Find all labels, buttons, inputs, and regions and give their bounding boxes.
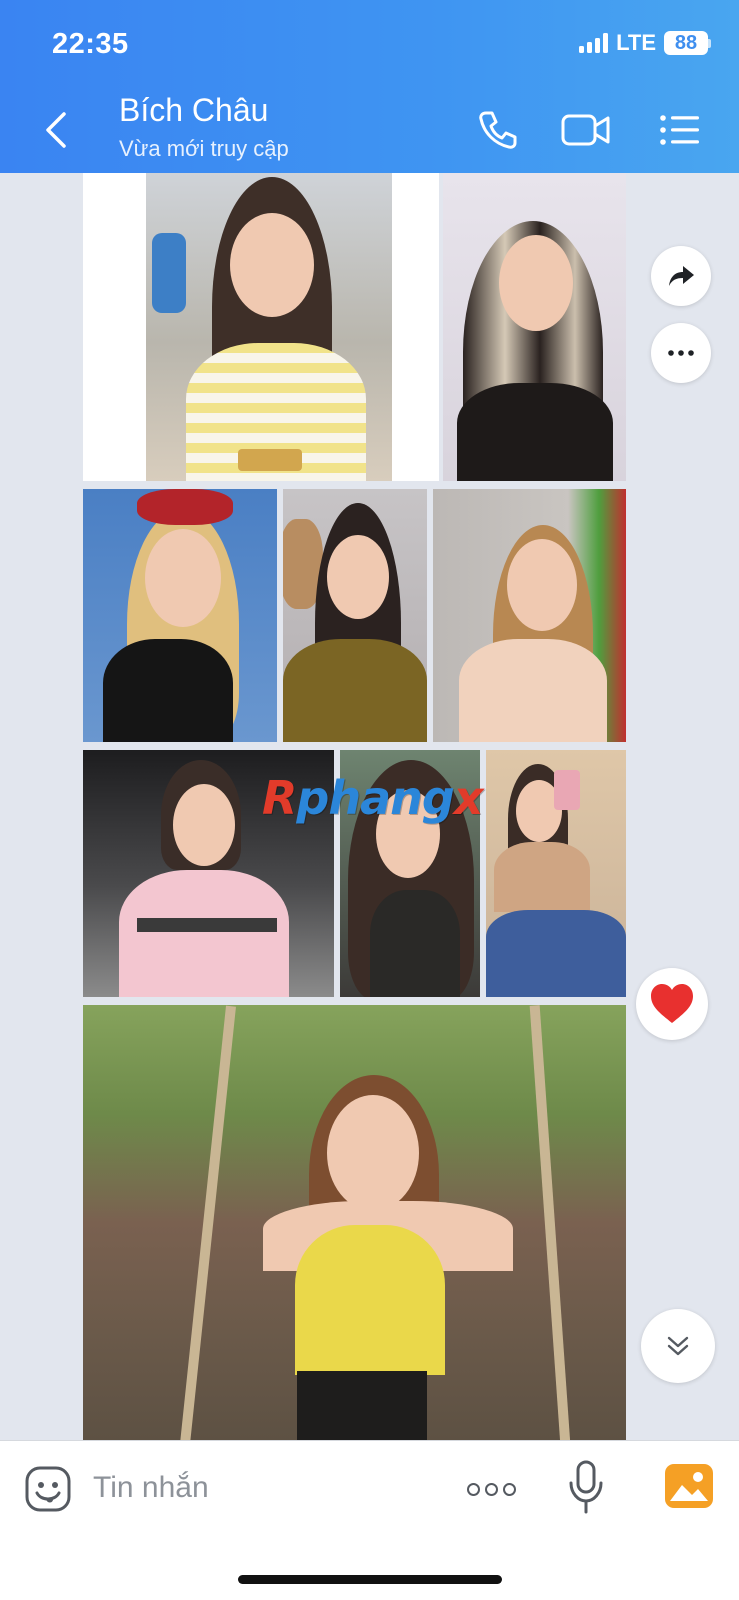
photo-7[interactable] [340,750,480,997]
chat-messages[interactable]: Rphangx [0,173,739,1440]
more-options-icon [466,1482,480,1496]
menu-icon [660,115,699,145]
contact-name[interactable]: Bích Châu [119,92,268,129]
emoji-button[interactable] [24,1465,72,1513]
forward-button[interactable] [651,246,711,306]
back-button[interactable] [36,106,76,154]
photo-3[interactable] [83,489,277,742]
scroll-down-button[interactable] [641,1309,715,1383]
status-time: 22:35 [52,28,129,60]
heart-icon [651,984,693,1023]
scroll-down-icon [667,1336,689,1356]
network-type: LTE [616,30,656,55]
forward-icon [669,266,694,286]
more-options-button[interactable] [463,1465,519,1513]
video-call-button[interactable] [558,104,614,156]
photo-9[interactable] [83,1005,626,1440]
chat-header: 22:35 LTE 88 Bích Châu Vừa mới truy cập [0,0,739,173]
signal-icon [579,33,609,53]
reaction-button[interactable] [636,968,708,1040]
contact-status: Vừa mới truy cập [119,136,289,161]
battery-level: 88 [664,31,708,55]
video-call-icon [561,114,610,146]
photo-2[interactable] [443,173,626,481]
status-indicators: LTE 88 [579,30,711,56]
voice-message-button[interactable] [568,1459,604,1515]
message-input[interactable]: Tin nhắn [93,1471,209,1505]
photo-5[interactable] [433,489,626,742]
microphone-icon [569,1460,603,1514]
more-icon [668,350,694,356]
back-icon [46,112,66,148]
more-actions-button[interactable] [651,323,711,383]
photo-8[interactable] [486,750,626,997]
message-input-bar: Tin nhắn [0,1440,739,1600]
phone-icon [479,111,517,149]
emoji-icon [25,1466,71,1512]
home-indicator [238,1575,502,1584]
gallery-button[interactable] [664,1463,714,1509]
gallery-icon [665,1464,713,1508]
photo-6[interactable] [83,750,334,997]
voice-call-button[interactable] [470,104,526,156]
photo-4[interactable] [283,489,427,742]
battery-icon: 88 [664,31,711,55]
chat-menu-button[interactable] [652,104,708,156]
photo-1[interactable] [83,173,439,481]
